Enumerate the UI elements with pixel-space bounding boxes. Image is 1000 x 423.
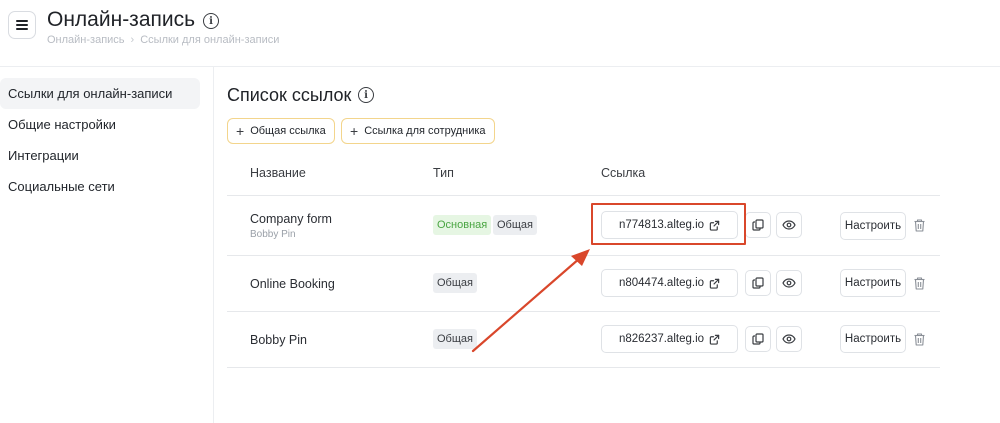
delete-button[interactable] [912,217,926,233]
info-icon[interactable]: i [358,87,374,103]
badge-main: Основная [433,215,492,235]
breadcrumb: Онлайн-запись › Ссылки для онлайн-записи [47,34,279,46]
sidebar-item-integrations[interactable]: Интеграции [0,140,213,171]
row-divider [227,367,940,368]
row-name: Company form [250,212,332,226]
trash-icon [914,332,924,346]
badge-general: Общая [433,329,477,349]
delete-button[interactable] [912,331,926,347]
copy-link-button[interactable] [745,212,771,238]
external-link-icon [709,278,720,289]
add-employee-link-label: Ссылка для сотрудника [364,125,486,137]
preview-link-button[interactable] [776,212,802,238]
badge-general: Общая [493,215,537,235]
row-divider [227,255,940,256]
eye-icon [782,220,796,230]
plus-icon: + [236,123,245,139]
row-name: Bobby Pin [250,333,307,347]
preview-link-button[interactable] [776,326,802,352]
row-divider [227,195,940,196]
copy-icon [752,333,764,345]
badge-general: Общая [433,273,477,293]
trash-icon [914,276,924,290]
copy-icon [752,219,764,231]
sidebar-item-general-settings[interactable]: Общие настройки [0,109,213,140]
eye-icon [782,334,796,344]
header-divider [0,66,1000,67]
chevron-right-icon: › [130,34,135,46]
breadcrumb-item: Ссылки для онлайн-записи [140,34,280,46]
add-general-link-button[interactable]: + Общая ссылка [227,118,335,144]
add-employee-link-button[interactable]: + Ссылка для сотрудника [341,118,495,144]
column-header-type: Тип [433,166,454,180]
app-root: Онлайн-запись i Онлайн-запись › Ссылки д… [0,0,1000,423]
copy-link-button[interactable] [745,326,771,352]
row-name: Online Booking [250,277,335,291]
menu-button[interactable] [8,11,36,39]
booking-link-text: n804474.alteg.io [618,277,705,289]
sidebar: Ссылки для онлайн-записи Общие настройки… [0,78,213,202]
sidebar-item-booking-links[interactable]: Ссылки для онлайн-записи [0,78,200,109]
page-title: Онлайн-запись [47,8,196,31]
booking-link[interactable]: n826237.alteg.io [601,325,738,353]
column-header-link: Ссылка [601,166,646,180]
copy-link-button[interactable] [745,270,771,296]
breadcrumb-item[interactable]: Онлайн-запись [47,34,125,46]
add-general-link-label: Общая ссылка [250,125,326,137]
info-icon[interactable]: i [203,13,219,29]
copy-icon [752,277,764,289]
configure-button[interactable]: Настроить [840,212,906,240]
booking-link[interactable]: n804474.alteg.io [601,269,738,297]
configure-button[interactable]: Настроить [840,325,906,353]
row-divider [227,311,940,312]
section-title: Список ссылок [227,85,352,105]
sidebar-divider [213,66,214,423]
delete-button[interactable] [912,275,926,291]
eye-icon [782,278,796,288]
row-subname: Bobby Pin [250,229,296,240]
trash-icon [914,218,924,232]
preview-link-button[interactable] [776,270,802,296]
annotation-highlight-box [591,203,746,245]
menu-icon [16,20,28,30]
external-link-icon [709,334,720,345]
configure-button[interactable]: Настроить [840,269,906,297]
sidebar-item-social-networks[interactable]: Социальные сети [0,171,213,202]
booking-link-text: n826237.alteg.io [618,333,705,345]
plus-icon: + [350,123,359,139]
column-header-name: Название [250,166,306,180]
